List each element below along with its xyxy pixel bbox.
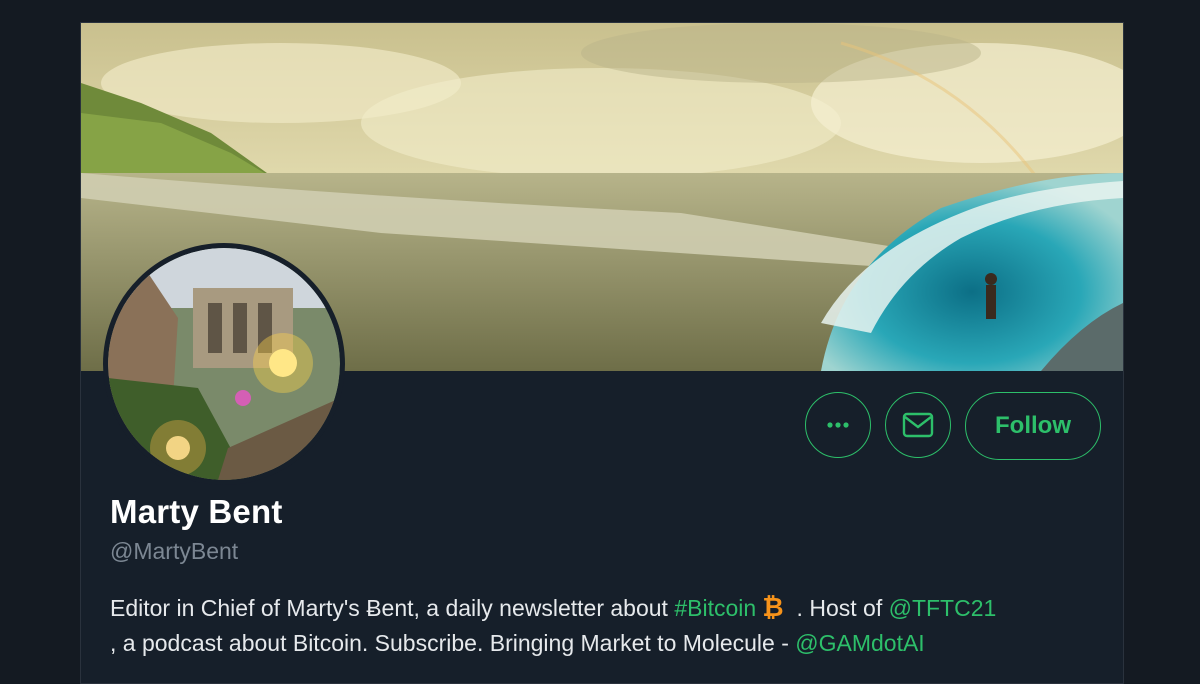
message-button[interactable]	[885, 392, 951, 458]
profile-card: Follow Marty Bent @MartyBent Editor in C…	[80, 22, 1124, 684]
profile-name: Marty Bent	[110, 493, 283, 530]
envelope-icon	[902, 412, 934, 438]
hashtag-bitcoin-link[interactable]: #Bitcoin	[674, 595, 756, 621]
bio-text-1: Editor in Chief of Marty's Ƀent, a daily…	[110, 595, 675, 621]
mention-gamdotai-link[interactable]: @GAMdotAI	[795, 630, 924, 656]
profile-actions: Follow	[805, 392, 1101, 460]
more-horizontal-icon	[827, 422, 849, 428]
profile-handle: @MartyBent	[110, 538, 239, 564]
bio-text-2: . Host of	[790, 595, 889, 621]
profile-avatar[interactable]	[103, 243, 345, 485]
bitcoin-icon: ₿	[763, 594, 784, 620]
more-button[interactable]	[805, 392, 871, 458]
profile-bio: Editor in Chief of Marty's Ƀent, a daily…	[110, 591, 1110, 661]
svg-text:₿: ₿	[763, 594, 784, 620]
mention-tftc21-link[interactable]: @TFTC21	[889, 595, 997, 621]
follow-button[interactable]: Follow	[965, 392, 1101, 460]
bio-text-3: , a podcast about Bitcoin. Subscribe. Br…	[110, 630, 796, 656]
